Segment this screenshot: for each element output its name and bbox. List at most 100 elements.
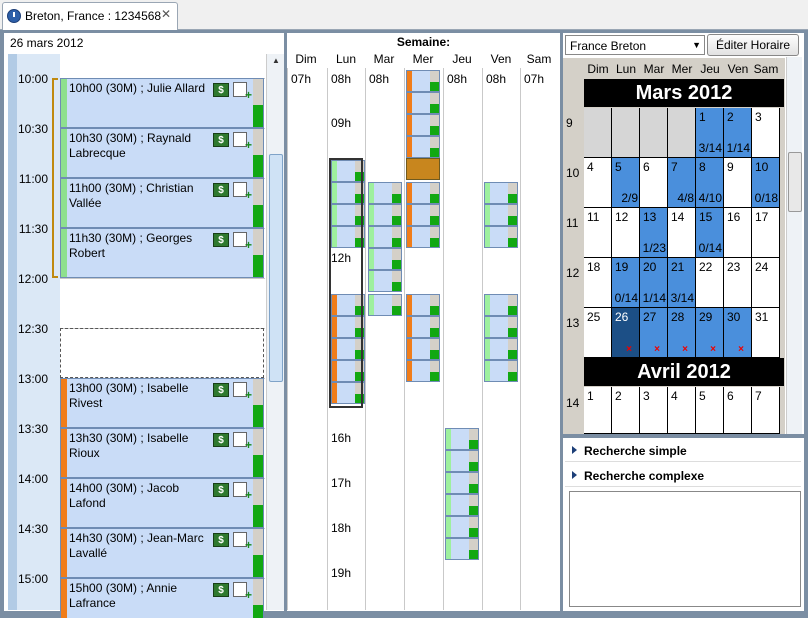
week-day-column[interactable]: 07h [520, 68, 558, 610]
calendar-day-cell[interactable]: 4 [584, 158, 612, 208]
add-document-icon[interactable] [233, 382, 252, 402]
week-appointment[interactable] [445, 428, 479, 450]
week-appointment[interactable] [406, 70, 440, 92]
add-document-icon[interactable] [233, 232, 252, 252]
week-appointment[interactable] [406, 204, 440, 226]
dollar-icon[interactable]: $ [213, 383, 229, 397]
calendar-day-cell[interactable]: 1 3/14 [696, 108, 724, 158]
week-appointment[interactable] [406, 226, 440, 248]
calendar-day-cell[interactable]: 4 [668, 387, 696, 434]
calendar-day-cell[interactable]: 6 [640, 158, 668, 208]
edit-schedule-button[interactable]: Éditer Horaire [707, 34, 799, 56]
week-appointment[interactable] [368, 204, 402, 226]
week-appointment[interactable] [331, 294, 365, 316]
calendar-day-cell[interactable]: 16 [724, 208, 752, 258]
week-appointment[interactable] [331, 182, 365, 204]
splitter[interactable] [563, 434, 804, 438]
calendar-day-cell[interactable] [612, 108, 640, 158]
day-scrollbar[interactable]: ▲ [266, 54, 284, 610]
calendar-day-cell[interactable]: 3 [752, 108, 780, 158]
scroll-up-icon[interactable]: ▲ [267, 56, 285, 65]
calendar-day-cell[interactable]: 10 0/18 [752, 158, 780, 208]
calendar-day-cell[interactable]: 23 [724, 258, 752, 308]
calendar-day-cell[interactable]: 7 [752, 387, 780, 434]
free-slot[interactable] [60, 328, 264, 378]
calendar-day-cell[interactable]: 20 1/14 [640, 258, 668, 308]
week-appointment[interactable] [406, 294, 440, 316]
close-icon[interactable]: ✕ [161, 7, 171, 21]
add-document-icon[interactable] [233, 182, 252, 202]
calendar-day-cell[interactable]: 22 [696, 258, 724, 308]
week-day-column[interactable]: 07h [287, 68, 325, 610]
busy-block[interactable] [406, 158, 440, 180]
add-document-icon[interactable] [233, 582, 252, 602]
dollar-icon[interactable]: $ [213, 233, 229, 247]
dollar-icon[interactable]: $ [213, 583, 229, 597]
calendar-day-cell[interactable]: 30 × [724, 308, 752, 358]
dollar-icon[interactable]: $ [213, 183, 229, 197]
week-appointment[interactable] [331, 316, 365, 338]
calendar-day-cell[interactable]: 19 0/14 [612, 258, 640, 308]
calendar-day-cell[interactable]: 8 4/10 [696, 158, 724, 208]
week-day-column[interactable]: 08h [365, 68, 403, 610]
calendar-day-cell[interactable]: 7 4/8 [668, 158, 696, 208]
appointment[interactable]: 14h00 (30M) ; Jacob Lafond $ [60, 478, 264, 528]
week-appointment[interactable] [406, 316, 440, 338]
dollar-icon[interactable]: $ [213, 133, 229, 147]
week-appointment[interactable] [368, 248, 402, 270]
calendar-day-cell[interactable] [668, 108, 696, 158]
week-appointment[interactable] [368, 182, 402, 204]
dollar-icon[interactable]: $ [213, 433, 229, 447]
week-appointment[interactable] [445, 538, 479, 560]
week-appointment[interactable] [484, 204, 518, 226]
calendar-day-cell[interactable]: 17 [752, 208, 780, 258]
calendar-day-cell[interactable]: 13 1/23 [640, 208, 668, 258]
add-document-icon[interactable] [233, 132, 252, 152]
complex-search-toggle[interactable]: Recherche complexe [565, 465, 801, 487]
week-appointment[interactable] [406, 92, 440, 114]
calendar-day-cell[interactable] [584, 108, 612, 158]
week-appointment[interactable] [368, 226, 402, 248]
calendar-day-cell[interactable]: 31 [752, 308, 780, 358]
week-appointment[interactable] [368, 294, 402, 316]
week-appointment[interactable] [484, 360, 518, 382]
calendar-scrollbar[interactable] [786, 57, 802, 434]
week-appointment[interactable] [331, 360, 365, 382]
week-appointment[interactable] [445, 494, 479, 516]
add-document-icon[interactable] [233, 82, 252, 102]
calendar-day-cell[interactable]: 29 × [696, 308, 724, 358]
week-appointment[interactable] [484, 226, 518, 248]
dollar-icon[interactable]: $ [213, 483, 229, 497]
calendar-day-cell[interactable]: 25 [584, 308, 612, 358]
week-appointment[interactable] [484, 182, 518, 204]
week-appointment[interactable] [445, 516, 479, 538]
calendar-day-cell[interactable]: 18 [584, 258, 612, 308]
appointment[interactable]: 11h30 (30M) ; Georges Robert $ [60, 228, 264, 278]
calendar-day-cell[interactable]: 21 3/14 [668, 258, 696, 308]
week-appointment[interactable] [484, 294, 518, 316]
add-document-icon[interactable] [233, 432, 252, 452]
calendar-day-cell[interactable]: 24 [752, 258, 780, 308]
appointment[interactable]: 14h30 (30M) ; Jean-Marc Lavallé $ [60, 528, 264, 578]
appointment[interactable]: 15h00 (30M) ; Annie Lafrance $ [60, 578, 264, 618]
calendar-day-cell[interactable]: 26 × [612, 308, 640, 358]
week-appointment[interactable] [406, 182, 440, 204]
dollar-icon[interactable]: $ [213, 83, 229, 97]
week-appointment[interactable] [445, 472, 479, 494]
calendar-day-cell[interactable]: 27 × [640, 308, 668, 358]
day-scroll-thumb[interactable] [269, 154, 283, 382]
week-appointment[interactable] [406, 136, 440, 158]
week-appointment[interactable] [331, 338, 365, 360]
week-appointment[interactable] [484, 316, 518, 338]
appointment[interactable]: 11h00 (30M) ; Christian Vallée $ [60, 178, 264, 228]
calendar-day-cell[interactable]: 28 × [668, 308, 696, 358]
calendar-day-cell[interactable]: 14 [668, 208, 696, 258]
week-appointment[interactable] [331, 226, 365, 248]
calendar-scroll-thumb[interactable] [788, 152, 802, 212]
calendar-day-cell[interactable]: 2 [612, 387, 640, 434]
week-appointment[interactable] [368, 270, 402, 292]
calendar-day-cell[interactable]: 15 0/14 [696, 208, 724, 258]
calendar-day-cell[interactable]: 2 1/14 [724, 108, 752, 158]
calendar-day-cell[interactable]: 1 [584, 387, 612, 434]
week-appointment[interactable] [331, 204, 365, 226]
